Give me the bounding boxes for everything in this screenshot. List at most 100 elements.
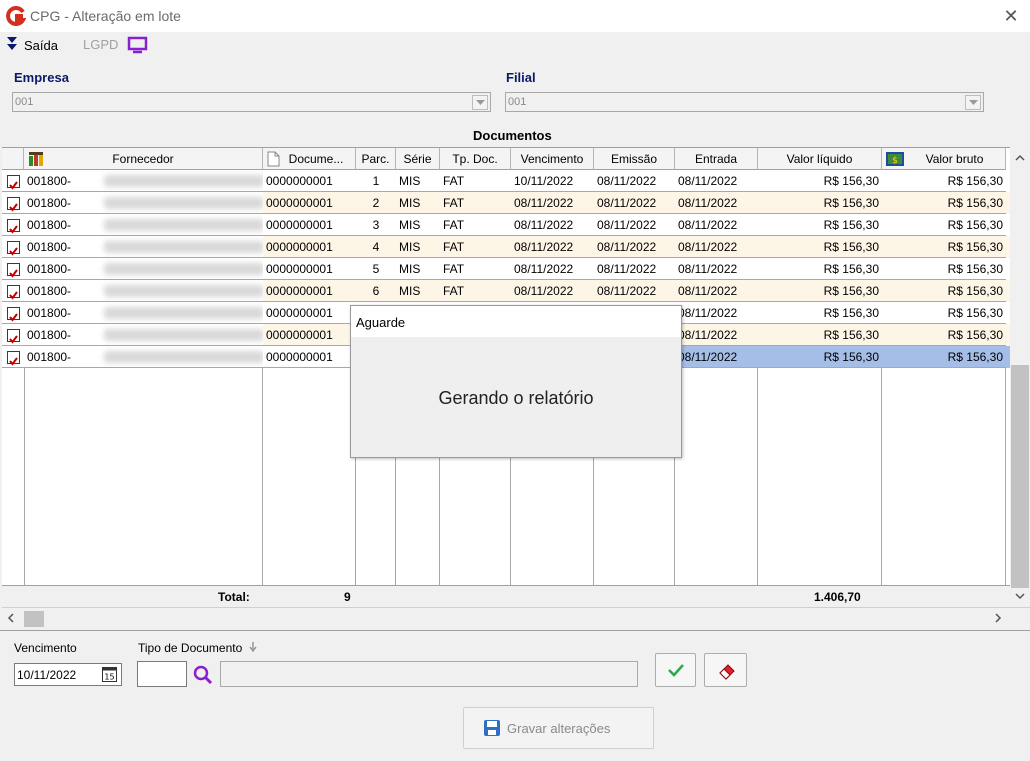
cell-tpdoc[interactable]: FAT (440, 258, 511, 280)
cell-tpdoc[interactable]: FAT (440, 214, 511, 236)
table-row[interactable]: 001800- 0000000001 2 MIS FAT 08/11/2022 … (2, 192, 1010, 214)
cell-vencimento[interactable]: 10/11/2022 (511, 170, 594, 192)
cell-valor-bruto[interactable]: R$ 156,30 (882, 192, 1006, 214)
cell-serie[interactable]: MIS (396, 258, 440, 280)
cell-vencimento[interactable]: 08/11/2022 (511, 214, 594, 236)
cell-documento[interactable]: 0000000001 (263, 302, 356, 324)
row-checkbox[interactable] (2, 236, 24, 258)
cell-fornecedor[interactable]: 001800- (24, 258, 263, 280)
cell-emissao[interactable]: 08/11/2022 (594, 236, 675, 258)
cell-fornecedor[interactable]: 001800- (24, 192, 263, 214)
monitor-icon[interactable] (127, 36, 149, 54)
cell-valor-liquido[interactable]: R$ 156,30 (758, 236, 882, 258)
exit-arrow-icon[interactable] (6, 36, 18, 52)
cell-documento[interactable]: 0000000001 (263, 346, 356, 368)
cell-fornecedor[interactable]: 001800- (24, 324, 263, 346)
column-header-tpdoc[interactable]: Tp. Doc. (440, 148, 511, 170)
scroll-up-icon[interactable] (1015, 154, 1025, 161)
cell-valor-liquido[interactable]: R$ 156,30 (758, 192, 882, 214)
column-header-valor-bruto[interactable]: $ Valor bruto (882, 148, 1006, 170)
cell-entrada[interactable]: 08/11/2022 (675, 346, 758, 368)
lgpd-button[interactable]: LGPD (83, 37, 118, 52)
vencimento-date-field[interactable]: 10/11/2022 15 (14, 663, 122, 686)
empresa-select[interactable]: 001 (12, 92, 491, 112)
cell-vencimento[interactable]: 08/11/2022 (511, 192, 594, 214)
close-icon[interactable]: ✕ (998, 4, 1024, 28)
cell-valor-bruto[interactable]: R$ 156,30 (882, 346, 1006, 368)
cell-valor-liquido[interactable]: R$ 156,30 (758, 324, 882, 346)
row-checkbox[interactable] (2, 324, 24, 346)
cell-parc[interactable]: 4 (356, 236, 396, 258)
cell-serie[interactable]: MIS (396, 214, 440, 236)
row-checkbox[interactable] (2, 258, 24, 280)
cell-emissao[interactable]: 08/11/2022 (594, 192, 675, 214)
chevron-down-icon[interactable] (472, 95, 488, 110)
cell-documento[interactable]: 0000000001 (263, 170, 356, 192)
cell-valor-liquido[interactable]: R$ 156,30 (758, 280, 882, 302)
saida-button[interactable]: Saída (24, 38, 58, 53)
table-row[interactable]: 001800- 0000000001 1 MIS FAT 10/11/2022 … (2, 170, 1010, 192)
column-header-documento[interactable]: Docume... (263, 148, 356, 170)
vertical-scroll-thumb[interactable] (1011, 365, 1029, 588)
cell-valor-bruto[interactable]: R$ 156,30 (882, 258, 1006, 280)
cell-documento[interactable]: 0000000001 (263, 214, 356, 236)
cell-tpdoc[interactable]: FAT (440, 192, 511, 214)
calendar-icon[interactable]: 15 (102, 667, 117, 682)
column-header-entrada[interactable]: Entrada (675, 148, 758, 170)
cell-vencimento[interactable]: 08/11/2022 (511, 258, 594, 280)
row-checkbox[interactable] (2, 170, 24, 192)
tipo-documento-code-input[interactable] (137, 661, 187, 687)
cell-documento[interactable]: 0000000001 (263, 236, 356, 258)
cell-fornecedor[interactable]: 001800- (24, 302, 263, 324)
table-row[interactable]: 001800- 0000000001 4 MIS FAT 08/11/2022 … (2, 236, 1010, 258)
cell-valor-liquido[interactable]: R$ 156,30 (758, 258, 882, 280)
cell-entrada[interactable]: 08/11/2022 (675, 324, 758, 346)
cell-valor-bruto[interactable]: R$ 156,30 (882, 214, 1006, 236)
search-icon[interactable] (192, 664, 214, 686)
cell-valor-liquido[interactable]: R$ 156,30 (758, 214, 882, 236)
cell-fornecedor[interactable]: 001800- (24, 170, 263, 192)
cell-tpdoc[interactable]: FAT (440, 236, 511, 258)
table-row[interactable]: 001800- 0000000001 6 MIS FAT 08/11/2022 … (2, 280, 1010, 302)
cell-valor-bruto[interactable]: R$ 156,30 (882, 236, 1006, 258)
cell-fornecedor[interactable]: 001800- (24, 214, 263, 236)
cell-emissao[interactable]: 08/11/2022 (594, 258, 675, 280)
column-header-serie[interactable]: Série (396, 148, 440, 170)
cell-valor-liquido[interactable]: R$ 156,30 (758, 170, 882, 192)
cell-fornecedor[interactable]: 001800- (24, 280, 263, 302)
row-checkbox[interactable] (2, 280, 24, 302)
row-checkbox[interactable] (2, 192, 24, 214)
cell-documento[interactable]: 0000000001 (263, 324, 356, 346)
horizontal-scrollbar[interactable] (2, 607, 1030, 630)
cell-fornecedor[interactable]: 001800- (24, 236, 263, 258)
select-column-header[interactable] (2, 148, 24, 170)
scroll-left-icon[interactable] (7, 613, 14, 623)
cell-parc[interactable]: 2 (356, 192, 396, 214)
column-header-valor-liquido[interactable]: Valor líquido (758, 148, 882, 170)
column-header-parc[interactable]: Parc. (356, 148, 396, 170)
cell-fornecedor[interactable]: 001800- (24, 346, 263, 368)
cell-serie[interactable]: MIS (396, 170, 440, 192)
cell-valor-bruto[interactable]: R$ 156,30 (882, 302, 1006, 324)
cell-entrada[interactable]: 08/11/2022 (675, 302, 758, 324)
cell-vencimento[interactable]: 08/11/2022 (511, 280, 594, 302)
cell-serie[interactable]: MIS (396, 280, 440, 302)
filial-select[interactable]: 001 (505, 92, 984, 112)
table-row[interactable]: 001800- 0000000001 5 MIS FAT 08/11/2022 … (2, 258, 1010, 280)
cell-vencimento[interactable]: 08/11/2022 (511, 236, 594, 258)
cell-documento[interactable]: 0000000001 (263, 258, 356, 280)
cell-entrada[interactable]: 08/11/2022 (675, 258, 758, 280)
column-header-emissao[interactable]: Emissão (594, 148, 675, 170)
cell-serie[interactable]: MIS (396, 192, 440, 214)
cell-parc[interactable]: 3 (356, 214, 396, 236)
cell-valor-bruto[interactable]: R$ 156,30 (882, 324, 1006, 346)
cell-entrada[interactable]: 08/11/2022 (675, 214, 758, 236)
cell-documento[interactable]: 0000000001 (263, 280, 356, 302)
cell-entrada[interactable]: 08/11/2022 (675, 170, 758, 192)
scroll-down-icon[interactable] (1015, 593, 1025, 600)
clear-button[interactable] (704, 653, 747, 687)
cell-parc[interactable]: 1 (356, 170, 396, 192)
horizontal-scroll-thumb[interactable] (24, 611, 44, 627)
row-checkbox[interactable] (2, 214, 24, 236)
column-header-vencimento[interactable]: Vencimento (511, 148, 594, 170)
